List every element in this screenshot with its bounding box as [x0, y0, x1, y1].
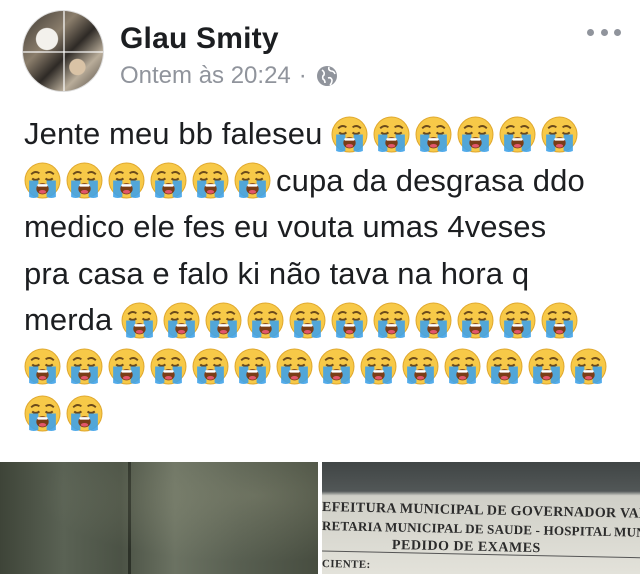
crying-face-icon [150, 348, 187, 385]
crying-face-icon [541, 116, 578, 153]
post-text-line: pra casa e falo ki não tava na hora q [24, 251, 624, 298]
crying-face-icon [499, 302, 536, 339]
avatar[interactable] [22, 10, 104, 92]
crying-face-icon [373, 116, 410, 153]
crying-face-icon [528, 348, 565, 385]
author-name[interactable]: Glau Smity [120, 22, 279, 56]
crying-face-icon [318, 348, 355, 385]
post-text-line: cupa da desgrasa ddo [24, 158, 624, 205]
crying-face-icon [360, 348, 397, 385]
crying-face-icon [163, 302, 200, 339]
crying-face-icon [108, 348, 145, 385]
crying-face-icon [276, 348, 313, 385]
crying-face-icon [331, 116, 368, 153]
crying-face-icon [247, 302, 284, 339]
timestamp[interactable]: Ontem às 20:24 [120, 62, 291, 90]
crying-face-icon [24, 395, 61, 432]
post-text: medico ele fes eu vouta umas 4veses [24, 209, 547, 244]
crying-face-icon [192, 162, 229, 199]
crying-face-icon [205, 302, 242, 339]
crying-face-icon [66, 162, 103, 199]
photo-wall[interactable] [0, 462, 318, 574]
crying-face-icon [66, 395, 103, 432]
crying-face-icon [108, 162, 145, 199]
crying-face-icon [415, 302, 452, 339]
crying-face-icon [486, 348, 523, 385]
more-options-button[interactable] [584, 20, 624, 44]
post-text-line: merda [24, 297, 624, 344]
crying-face-icon [234, 162, 271, 199]
crying-face-icon [150, 162, 187, 199]
crying-face-icon [192, 348, 229, 385]
post-text: cupa da desgrasa ddo [276, 162, 585, 198]
crying-face-icon [570, 348, 607, 385]
post-body: Jente meu bb faleseu cupa da desgrasa dd… [24, 111, 624, 437]
crying-face-icon [66, 348, 103, 385]
globe-icon[interactable] [315, 64, 339, 88]
post-text-line [24, 390, 624, 437]
crying-face-icon [457, 116, 494, 153]
meta-separator: · [298, 62, 307, 89]
post-text-line: medico ele fes eu vouta umas 4veses [24, 204, 624, 251]
crying-face-icon [499, 116, 536, 153]
photo-document[interactable]: EFEITURA MUNICIPAL DE GOVERNADOR VALADAR… [322, 462, 640, 574]
crying-face-icon [457, 302, 494, 339]
crying-face-icon [121, 302, 158, 339]
post-text: Jente meu bb faleseu [24, 116, 332, 151]
post-meta: Ontem às 20:24 · [120, 62, 339, 90]
crying-face-icon [541, 302, 578, 339]
crying-face-icon [373, 302, 410, 339]
post-text: pra casa e falo ki não tava na hora q [24, 255, 530, 291]
crying-face-icon [444, 348, 481, 385]
crying-face-icon [415, 116, 452, 153]
document-line: CIENTE: [322, 558, 371, 572]
post-header: Glau Smity Ontem às 20:24 · [22, 10, 632, 94]
crying-face-icon [234, 348, 271, 385]
post-text: merda [24, 302, 122, 337]
more-dots-icon [587, 28, 594, 36]
crying-face-icon [24, 348, 61, 385]
crying-face-icon [24, 162, 61, 199]
post-text-line: Jente meu bb faleseu [24, 111, 624, 158]
crying-face-icon [331, 302, 368, 339]
photo-grid: EFEITURA MUNICIPAL DE GOVERNADOR VALADAR… [0, 462, 640, 574]
crying-face-icon [289, 302, 326, 339]
post-text-line [24, 344, 624, 391]
document-line: PEDIDO DE EXAMES [391, 538, 541, 557]
crying-face-icon [402, 348, 439, 385]
